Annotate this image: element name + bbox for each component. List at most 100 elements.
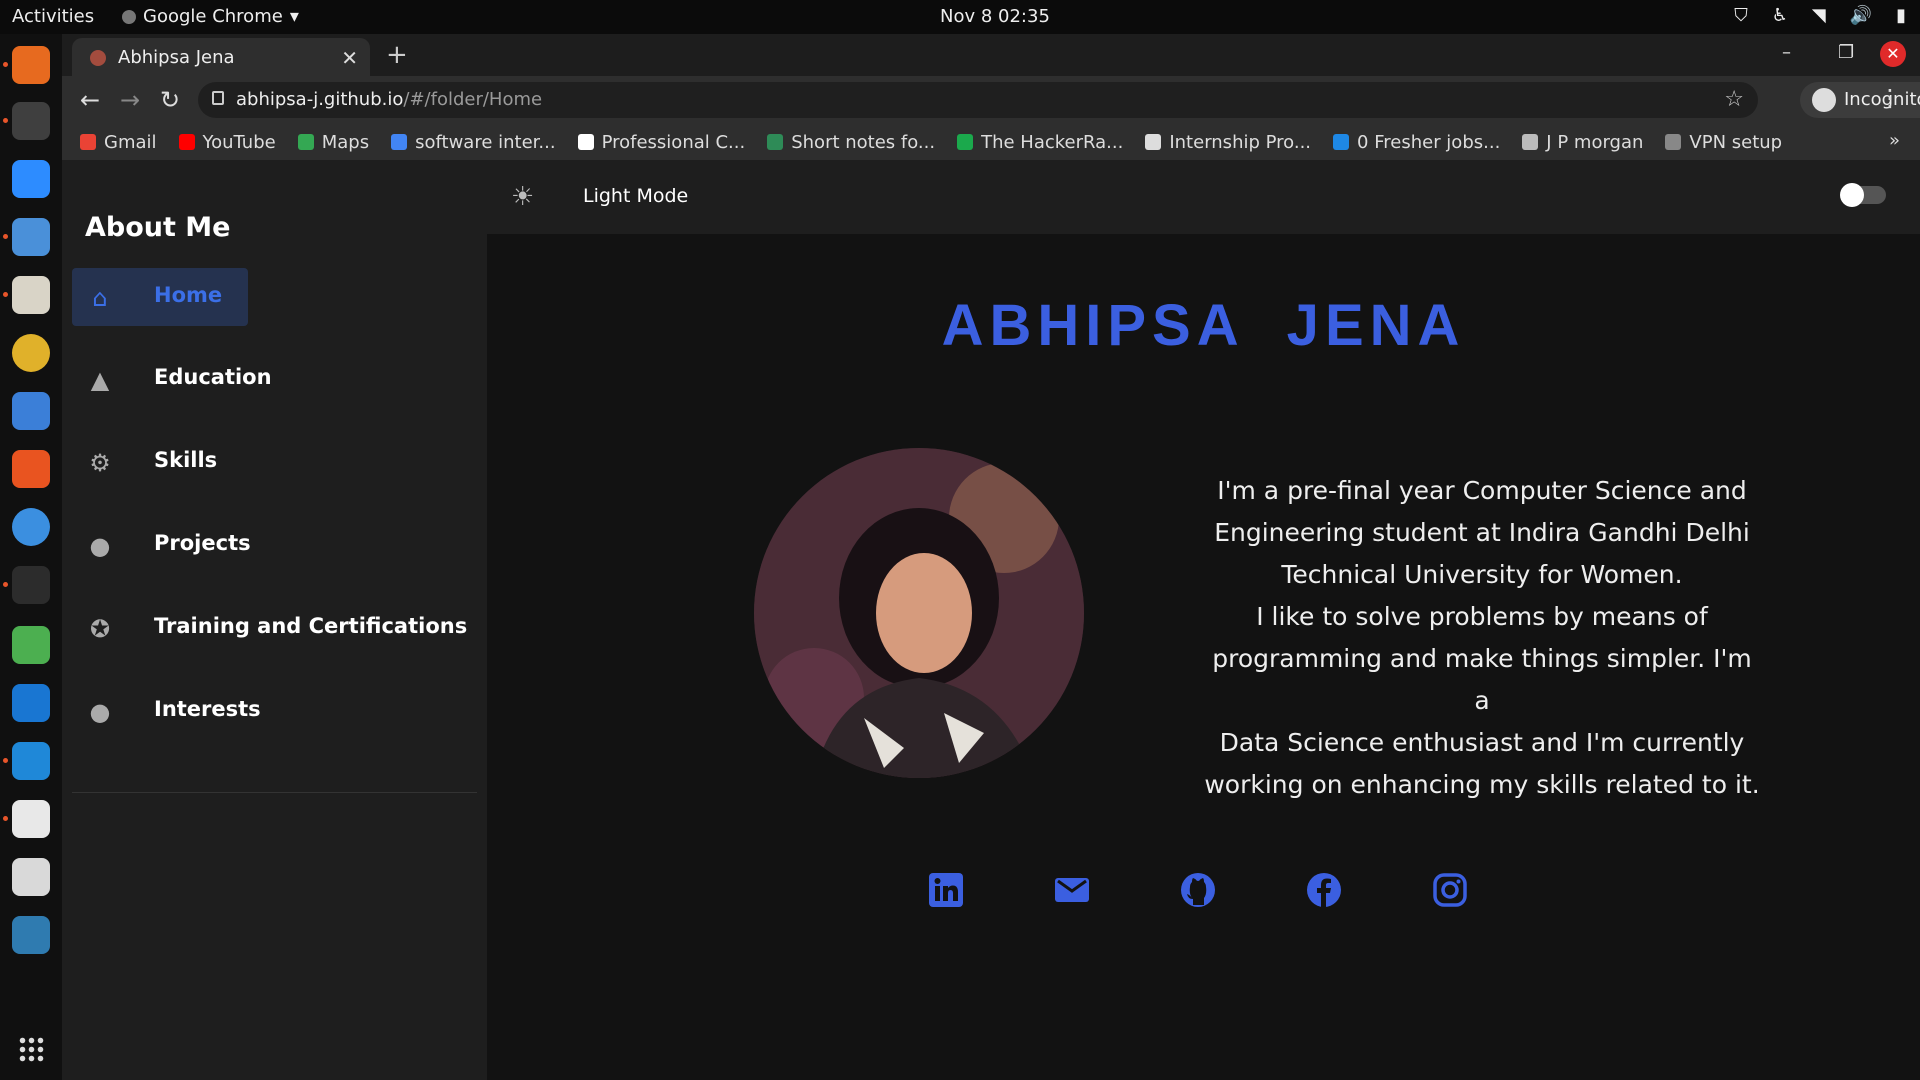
sidebar-item-label: Education (154, 365, 272, 389)
bio-line: Engineering student at Indira Gandhi Del… (1214, 518, 1750, 547)
bookmark-item[interactable]: Maps (297, 132, 369, 153)
chevron-down-icon: ▾ (289, 6, 299, 27)
accessibility-icon[interactable]: ♿ (1772, 5, 1788, 26)
sidebar: About Me ⌂ Home ▲ Education ⚙ Skills ● P… (62, 160, 487, 1080)
document-viewer-icon[interactable] (12, 858, 50, 896)
bookmark-item[interactable]: Professional C... (577, 131, 746, 153)
tab-title: Abhipsa Jena (118, 47, 235, 68)
writer-icon[interactable] (12, 392, 50, 430)
bookmark-item[interactable]: software inter... (391, 132, 556, 153)
theme-label: Light Mode (583, 185, 689, 207)
new-tab-button[interactable]: + (386, 40, 408, 70)
bookmark-label: Gmail (104, 131, 157, 153)
profile-bio: I'm a pre-final year Computer Science an… (1202, 470, 1762, 806)
software-center-icon[interactable] (12, 450, 50, 488)
vscode-icon[interactable] (3, 742, 50, 780)
bookmark-item[interactable]: VPN setup (1665, 132, 1782, 153)
chrome-icon[interactable] (3, 102, 50, 140)
facebook-icon[interactable] (1306, 872, 1342, 908)
sidebar-heading: About Me (85, 212, 231, 243)
address-bar[interactable]: abhipsa-j.github.io/#/folder/Home ☆ (198, 82, 1758, 118)
zoom-icon[interactable] (12, 160, 50, 198)
bookmark-item[interactable]: YouTube (178, 132, 276, 153)
apple-icon: ● (89, 698, 111, 726)
reload-icon[interactable]: ↻ (160, 86, 180, 114)
clock[interactable]: Nov 8 02:35 (940, 6, 1050, 27)
profile-photo (754, 448, 1084, 778)
sidebar-item-skills[interactable]: ⚙ Skills (72, 433, 248, 491)
sidebar-item-home[interactable]: ⌂ Home (72, 268, 248, 326)
sidebar-item-label: Projects (154, 531, 251, 555)
bookmark-label: 0 Fresher jobs... (1357, 131, 1501, 153)
sidebar-item-projects[interactable]: ● Projects (72, 516, 251, 574)
minimize-icon[interactable]: – (1782, 42, 1791, 63)
system-tray[interactable]: ⛉ ♿ ◥ 🔊 ▮ (1734, 5, 1906, 26)
battery-icon[interactable]: ▮ (1896, 5, 1906, 26)
sidebar-item-training[interactable]: ✪ Training and Certifications (72, 599, 467, 657)
profile-name: ABHIPSA JENA (941, 293, 1466, 358)
theme-bar: ☀ Light Mode (487, 160, 1920, 234)
bookmark-favicon-icon (1665, 134, 1682, 150)
bookmark-star-icon[interactable]: ☆ (1724, 87, 1744, 112)
browser-toolbar: ← → ↻ abhipsa-j.github.io/#/folder/Home … (62, 76, 1920, 124)
forward-arrow-icon[interactable]: → (120, 86, 140, 114)
tab-strip: Abhipsa Jena ✕ + – ❐ ✕ (62, 34, 1920, 76)
linkedin-icon[interactable] (928, 872, 964, 908)
bookmarks-bar: Gmail YouTube Maps software inter... Profess… (62, 124, 1920, 160)
dock (0, 34, 62, 1080)
more-bookmarks-icon[interactable]: » (1889, 130, 1900, 151)
maximize-icon[interactable]: ❐ (1838, 42, 1854, 63)
chrome-icon (122, 9, 136, 24)
calc-icon[interactable] (12, 626, 50, 664)
lock-icon[interactable] (212, 91, 224, 105)
bookmark-item[interactable]: Short notes fo... (767, 132, 935, 153)
bluej-icon[interactable] (12, 684, 50, 722)
volume-icon[interactable]: 🔊 (1850, 5, 1872, 26)
instagram-icon[interactable] (1432, 872, 1468, 908)
files-icon[interactable] (3, 276, 50, 314)
url-text[interactable]: abhipsa-j.github.io/#/folder/Home (236, 89, 542, 110)
award-icon: ✪ (89, 615, 111, 643)
sidebar-item-interests[interactable]: ● Interests (72, 682, 261, 740)
wifi-icon[interactable]: ◥ (1812, 5, 1826, 26)
bookmark-item[interactable]: J P morgan (1522, 132, 1643, 153)
bookmark-favicon-icon (767, 134, 784, 150)
menu-kebab-icon[interactable]: ⋮ (1878, 84, 1902, 112)
text-editor-icon[interactable] (3, 800, 50, 838)
back-arrow-icon[interactable]: ← (80, 86, 100, 114)
bookmark-item[interactable]: Gmail (80, 132, 157, 153)
light-mode-toggle[interactable] (1840, 183, 1886, 207)
app-menu[interactable]: Google Chrome ▾ (122, 6, 299, 27)
bookmark-item[interactable]: 0 Fresher jobs... (1333, 132, 1500, 153)
bookmark-favicon-icon (957, 134, 974, 150)
bookmark-favicon-icon (80, 134, 96, 150)
bio-line: I'm a pre-final year Computer Science an… (1217, 476, 1747, 505)
bio-line: I like to solve problems by means of (1256, 602, 1708, 631)
sidebar-divider (72, 792, 477, 793)
sidebar-item-education[interactable]: ▲ Education (72, 350, 272, 408)
activities-button[interactable]: Activities (12, 6, 94, 27)
bio-line: programming and make things simpler. I'm… (1212, 644, 1752, 715)
firefox-icon[interactable] (3, 46, 50, 84)
terminal-icon[interactable] (3, 566, 50, 604)
image-viewer-icon[interactable] (12, 916, 50, 954)
bookmark-item[interactable]: Internship Pro... (1145, 132, 1311, 153)
mail-icon[interactable] (1054, 872, 1090, 908)
shield-icon[interactable]: ⛉ (1734, 5, 1748, 26)
app-menu-label: Google Chrome (143, 6, 283, 27)
incognito-badge[interactable]: Incognito (1800, 82, 1920, 118)
bookmark-label: VPN setup (1689, 131, 1783, 153)
show-applications-icon[interactable] (18, 1036, 44, 1062)
bookmark-favicon-icon (1145, 134, 1162, 150)
social-links (928, 872, 1468, 908)
thunderbird-icon[interactable] (3, 218, 50, 256)
tab-abhipsa-jena[interactable]: Abhipsa Jena ✕ (72, 38, 370, 76)
bookmark-label: Professional C... (601, 131, 746, 153)
close-window-icon[interactable]: ✕ (1880, 41, 1906, 67)
github-icon[interactable] (1180, 872, 1216, 908)
help-icon[interactable] (12, 508, 50, 546)
bookmark-item[interactable]: The HackerRa... (957, 132, 1123, 153)
bookmark-label: J P morgan (1546, 131, 1644, 153)
rhythmbox-icon[interactable] (12, 334, 50, 372)
close-tab-icon[interactable]: ✕ (341, 46, 358, 70)
